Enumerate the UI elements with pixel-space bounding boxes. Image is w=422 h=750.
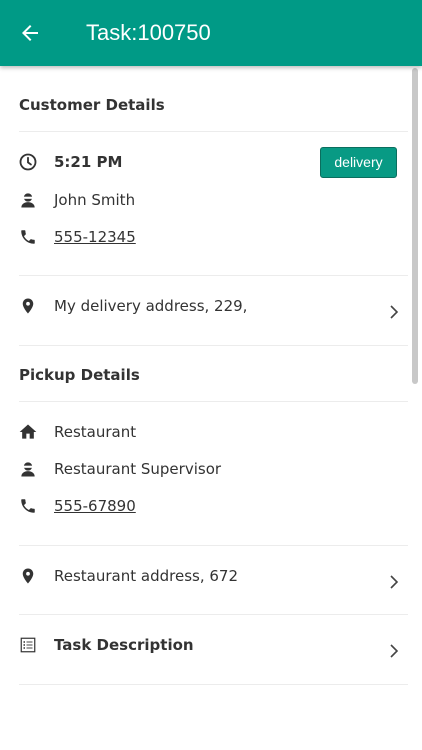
pickup-address-row[interactable]: Restaurant address, 672	[0, 546, 410, 615]
pickup-contact-row: Restaurant Supervisor	[0, 456, 410, 482]
page-title: Task:100750	[86, 20, 211, 45]
customer-address: My delivery address, 229,	[54, 297, 248, 315]
location-pin-icon	[18, 566, 38, 586]
person-icon	[18, 190, 38, 210]
scrollbar[interactable]	[412, 68, 418, 384]
pickup-phone-row[interactable]: 555-67890	[0, 493, 410, 519]
home-icon	[18, 422, 38, 442]
customer-address-row[interactable]: My delivery address, 229,	[0, 276, 410, 345]
list-icon	[18, 635, 38, 655]
divider	[19, 345, 408, 346]
divider	[19, 401, 408, 402]
customer-phone-row[interactable]: 555-12345	[0, 224, 410, 250]
phone-icon	[18, 496, 38, 516]
customer-phone-link[interactable]: 555-12345	[54, 227, 136, 247]
pickup-place: Restaurant	[54, 423, 137, 441]
chevron-right-icon	[390, 305, 399, 319]
phone-icon	[18, 227, 38, 247]
clock-icon	[18, 152, 38, 172]
divider	[19, 131, 408, 132]
pickup-address: Restaurant address, 672	[54, 567, 238, 585]
pickup-phone-link[interactable]: 555-67890	[54, 496, 136, 516]
customer-details-heading: Customer Details	[19, 96, 165, 114]
customer-name-row: John Smith	[0, 187, 410, 213]
chevron-right-icon	[390, 644, 399, 658]
task-description-label: Task Description	[54, 636, 194, 654]
pickup-contact: Restaurant Supervisor	[54, 460, 222, 478]
app-bar: Task:100750	[0, 0, 422, 66]
location-pin-icon	[18, 296, 38, 316]
pickup-place-row: Restaurant	[0, 419, 410, 445]
task-type-badge: delivery	[320, 147, 397, 178]
arrow-left-icon	[22, 25, 38, 41]
back-button[interactable]	[12, 15, 48, 51]
chevron-right-icon	[390, 575, 399, 589]
delivery-time: 5:21 PM	[54, 153, 123, 171]
task-description-row[interactable]: Task Description	[0, 615, 410, 684]
customer-name: John Smith	[54, 191, 136, 209]
divider	[19, 684, 408, 685]
pickup-details-heading: Pickup Details	[19, 366, 140, 384]
person-icon	[18, 459, 38, 479]
